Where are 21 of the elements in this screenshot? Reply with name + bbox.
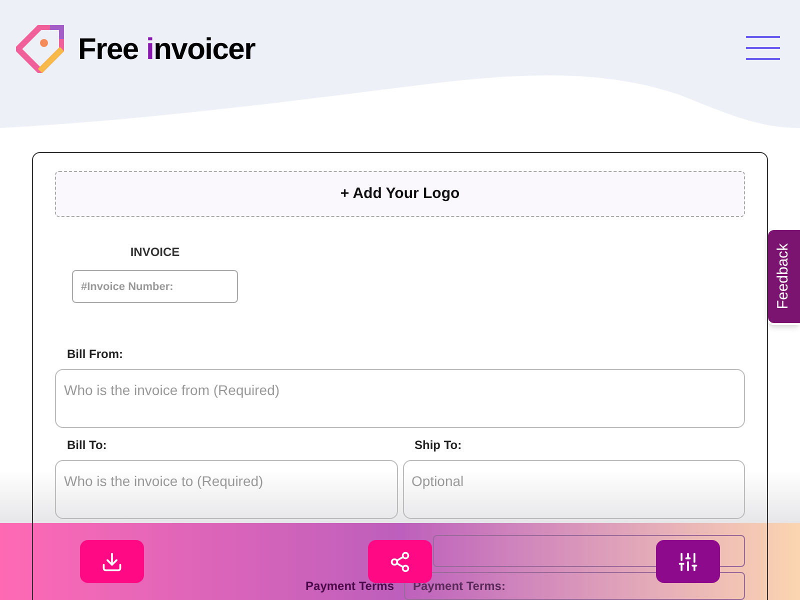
invoice-number-field[interactable]: #Invoice Number: [72, 270, 238, 303]
sliders-icon [677, 550, 699, 572]
payment-terms-field[interactable]: Payment Terms: [404, 572, 745, 600]
settings-button[interactable] [656, 540, 720, 583]
bill-from-label: Bill From: [67, 346, 124, 363]
bill-to-label: Bill To: [67, 437, 108, 454]
brand-name[interactable]: Free invoicer [78, 26, 256, 72]
bill-to-field[interactable]: Who is the invoice to (Required) [55, 460, 398, 519]
invoice-title: INVOICE [130, 244, 180, 261]
tag-logo-icon [16, 25, 64, 73]
ship-to-label: Ship To: [414, 437, 463, 454]
bill-from-field[interactable]: Who is the invoice from (Required) [55, 369, 745, 428]
payment-terms-label: Payment Terms [306, 578, 394, 595]
download-button[interactable] [80, 540, 144, 583]
menu-icon[interactable] [746, 34, 780, 62]
add-logo-button[interactable]: + Add Your Logo [55, 171, 745, 217]
feedback-tab[interactable]: Feedback [766, 228, 800, 325]
ship-to-field[interactable]: Optional [402, 460, 745, 519]
share-button[interactable] [368, 540, 432, 583]
download-icon [101, 550, 123, 572]
share-icon [389, 550, 411, 572]
